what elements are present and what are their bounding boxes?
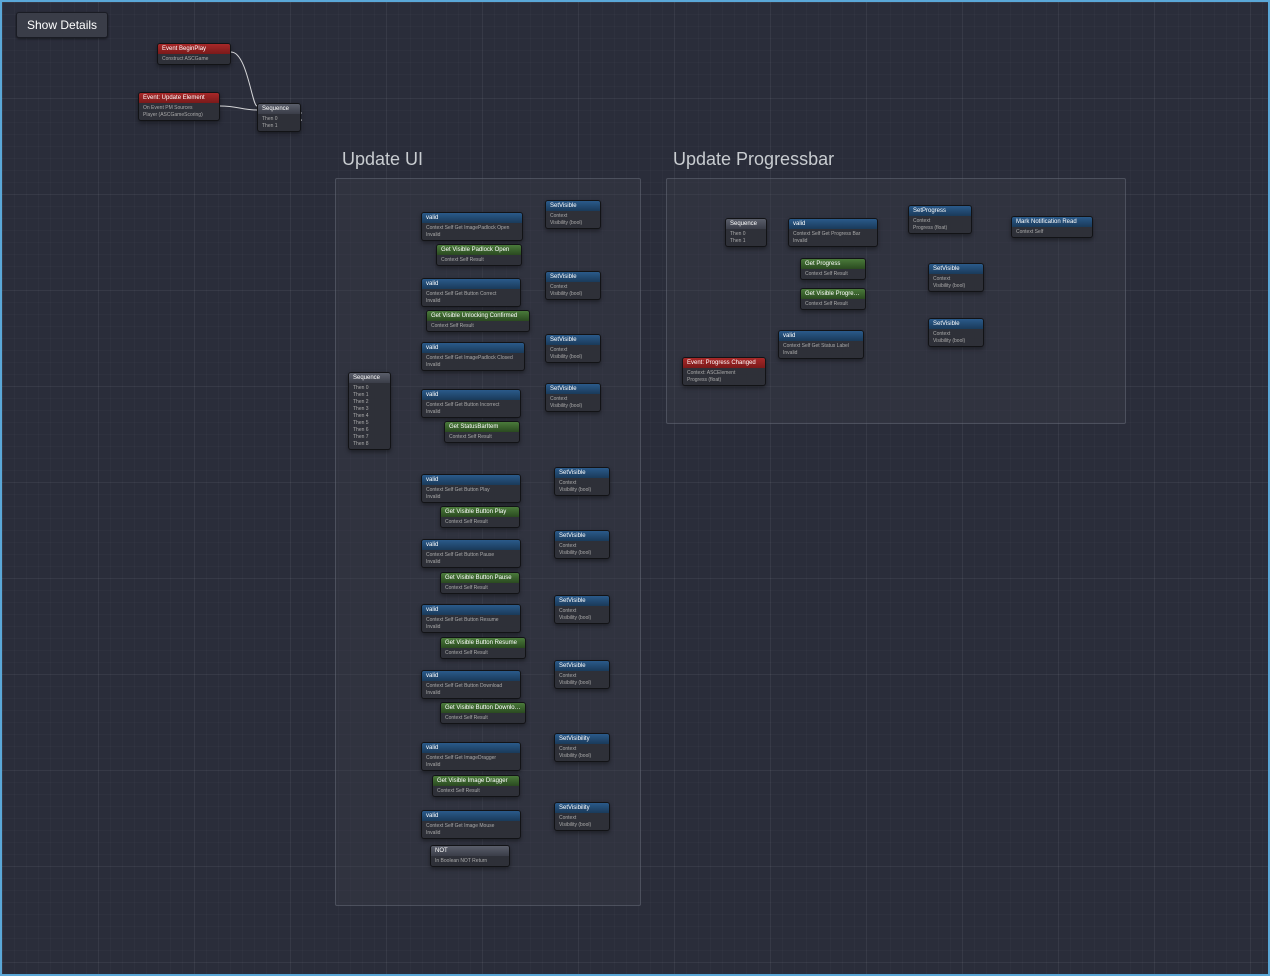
node-get-padlock-closed[interactable]: valid Context Self Get ImagePadlock Clos… xyxy=(421,342,525,371)
node-get-button-incorrect[interactable]: valid Context Self Get Button IncorrectI… xyxy=(421,389,521,418)
node-fn-visible-resume[interactable]: Get Visible Button Resume Context Self R… xyxy=(440,637,526,659)
node-get-padlock-open[interactable]: valid Context Self Get ImagePadlock Open… xyxy=(421,212,523,241)
node-mark-complete[interactable]: Mark Notification Read Context Self xyxy=(1011,216,1093,238)
node-get-button-download[interactable]: valid Context Self Get Button DownloadIn… xyxy=(421,670,521,699)
node-event-progress-changed[interactable]: Event: Progress Changed Context: ASCElem… xyxy=(682,357,766,386)
node-fn-visible-drag[interactable]: Get Visible Image Dragger Context Self R… xyxy=(432,775,520,797)
node-setvisible-pb[interactable]: SetVisible ContextVisibility (bool) xyxy=(928,263,984,292)
node-fn-visible-progress[interactable]: Get Visible ProgressBar Context Self Res… xyxy=(800,288,866,310)
node-event-update-element[interactable]: Event: Update Element On Event PM Source… xyxy=(138,92,220,121)
node-get-button-resume[interactable]: valid Context Self Get Button ResumeInva… xyxy=(421,604,521,633)
node-get-button-play[interactable]: valid Context Self Get Button PlayInvali… xyxy=(421,474,521,503)
node-setvisible-3[interactable]: SetVisible ContextVisibility (bool) xyxy=(545,334,601,363)
node-fn-status[interactable]: Get StatusBarItem Context Self Result xyxy=(444,421,520,443)
node-fn-visible-download[interactable]: Get Visible Button Download Context Self… xyxy=(440,702,526,724)
node-get-progressbar[interactable]: valid Context Self Get Progress BarInval… xyxy=(788,218,878,247)
node-setprogress[interactable]: SetProgress ContextProgress (float) xyxy=(908,205,972,234)
node-get-button-pause[interactable]: valid Context Self Get Button PauseInval… xyxy=(421,539,521,568)
comment-update-progressbar[interactable]: Update Progressbar xyxy=(666,178,1126,424)
node-setvisible-status[interactable]: SetVisible ContextVisibility (bool) xyxy=(928,318,984,347)
node-fn-visible-pause[interactable]: Get Visible Button Pause Context Self Re… xyxy=(440,572,520,594)
node-setvisible-2[interactable]: SetVisible ContextVisibility (bool) xyxy=(545,271,601,300)
node-get-image-dragger[interactable]: valid Context Self Get ImageDraggerInval… xyxy=(421,742,521,771)
node-sequence[interactable]: Sequence Then 0 Then 1 Then 2 Then 3 The… xyxy=(348,372,391,450)
node-get-image-mouse[interactable]: valid Context Self Get Image MouseInvali… xyxy=(421,810,521,839)
node-get-button-correct[interactable]: valid Context Self Get Button CorrectInv… xyxy=(421,278,521,307)
node-fn-get-progress[interactable]: Get Progress Context Self Result xyxy=(800,258,866,280)
node-setvisible-7[interactable]: SetVisible ContextVisibility (bool) xyxy=(554,595,610,624)
node-setvisible-10[interactable]: SetVisibility ContextVisibility (bool) xyxy=(554,802,610,831)
node-progress-sequence[interactable]: Sequence Then 0Then 1 xyxy=(725,218,767,247)
node-setvisible-4[interactable]: SetVisible ContextVisibility (bool) xyxy=(545,383,601,412)
node-setvisible-9[interactable]: SetVisibility ContextVisibility (bool) xyxy=(554,733,610,762)
node-setvisible-6[interactable]: SetVisible ContextVisibility (bool) xyxy=(554,530,610,559)
node-not[interactable]: NOT In Boolean NOT Return xyxy=(430,845,510,867)
node-setvisible-5[interactable]: SetVisible ContextVisibility (bool) xyxy=(554,467,610,496)
node-sequence-small[interactable]: Sequence Then 0 Then 1 xyxy=(257,103,301,132)
comment-title: Update Progressbar xyxy=(673,149,834,170)
node-fn-visible-closed[interactable]: Get Visible Unlocking Confirmed Context … xyxy=(426,310,530,332)
node-setvisible-8[interactable]: SetVisible ContextVisibility (bool) xyxy=(554,660,610,689)
node-fn-visible-play[interactable]: Get Visible Button Play Context Self Res… xyxy=(440,506,520,528)
node-fn-visible-open[interactable]: Get Visible Padlock Open Context Self Re… xyxy=(436,244,522,266)
comment-title: Update UI xyxy=(342,149,423,170)
node-setvisible-1[interactable]: SetVisible ContextVisibility (bool) xyxy=(545,200,601,229)
show-details-button[interactable]: Show Details xyxy=(16,12,108,38)
node-get-status-label[interactable]: valid Context Self Get Status LabelInval… xyxy=(778,330,864,359)
node-event-beginplay[interactable]: Event BeginPlay Construct ASCGame xyxy=(157,43,231,65)
